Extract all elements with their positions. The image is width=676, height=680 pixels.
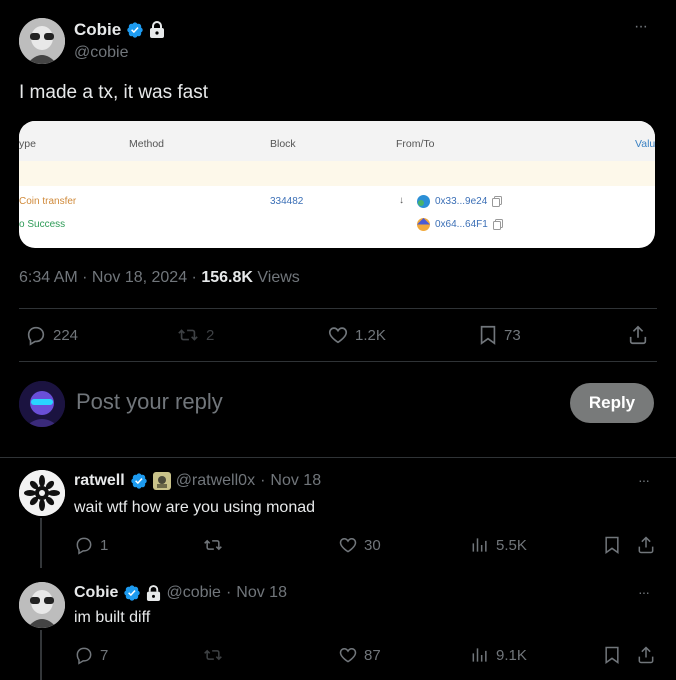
tx-status: o Success [19,219,66,230]
author-row: Cobie [74,20,165,40]
bookmark-button[interactable] [603,645,621,665]
post-text: I made a tx, it was fast [19,82,209,103]
current-user-avatar[interactable] [19,381,65,427]
header-method: Method [129,138,165,150]
repost-icon [204,649,222,661]
lock-icon [150,21,165,38]
share-button[interactable] [636,535,656,555]
repost-icon [204,539,222,551]
share-icon [638,646,654,664]
to-address[interactable]: 0x64...64F1 [417,218,503,231]
display-name[interactable]: Cobie [74,20,121,40]
views-button[interactable]: 5.5K [470,535,527,555]
share-icon [629,325,647,345]
share-button[interactable] [627,324,649,346]
header-block: Block [270,138,296,150]
copy-icon[interactable] [492,196,503,207]
reply-button[interactable]: 224 [25,324,78,346]
tx-block[interactable]: 334482 [270,196,303,207]
heart-icon [328,327,348,344]
verified-badge-icon [124,585,141,601]
more-options-icon[interactable]: ··· [634,18,648,36]
arrow-down-icon: ↓ [399,195,404,206]
reply-button[interactable]: 7 [74,645,108,665]
separator: · [225,584,232,601]
verified-badge-icon [127,22,143,38]
header-from-to: From/To [396,138,435,150]
repost-button[interactable] [202,645,224,665]
reply-icon [76,537,92,555]
reply-header: Cobie @cobie · Nov 18 [74,584,287,602]
display-name[interactable]: Cobie [74,584,118,602]
separator: · [260,472,266,489]
repost-button[interactable]: 2 [176,324,214,346]
post-time[interactable]: 6:34 AM [19,269,78,286]
highlight-row [19,161,655,186]
repost-button[interactable] [202,535,224,555]
bookmark-button[interactable]: 73 [478,324,521,346]
avatar[interactable] [19,582,65,628]
verified-badge-icon [131,473,147,489]
token-avatar-icon [417,218,430,231]
reply-text: im built diff [74,609,151,626]
from-address[interactable]: 0x33...9e24 [417,195,503,208]
heart-icon [339,647,357,663]
copy-icon[interactable] [492,219,503,230]
heart-icon [339,537,357,553]
section-divider [0,457,676,458]
post-date[interactable]: Nov 18, 2024 [92,269,187,286]
lock-icon [147,584,161,601]
bookmark-icon [605,536,619,554]
like-button[interactable]: 87 [338,645,381,665]
reply-text: wait wtf how are you using monad [74,499,316,516]
analytics-icon [472,538,487,552]
analytics-icon [472,648,487,662]
reply-icon [76,647,92,665]
display-name[interactable]: ratwell [74,472,125,490]
handle[interactable]: @cobie [74,44,129,62]
handle[interactable]: @ratwell0x [176,472,255,490]
tx-type: Coin transfer [19,196,77,207]
divider [19,308,657,309]
thread-line [40,630,42,680]
avatar[interactable] [19,470,65,516]
thread-line [40,518,42,568]
table-header [19,121,655,161]
handle[interactable]: @cobie [166,584,221,602]
views-label: Views [257,269,300,286]
avatar[interactable] [19,18,65,64]
affiliate-badge-icon [152,472,171,490]
reply-date[interactable]: Nov 18 [236,584,287,602]
repost-icon [178,329,198,341]
reply-submit-button[interactable]: Reply [570,383,654,423]
reply-button[interactable]: 1 [74,535,108,555]
share-icon [638,536,654,554]
header-value: Valu [635,138,655,150]
views-button[interactable]: 9.1K [470,645,527,665]
reply-icon [27,326,45,346]
post-meta: 6:34 AM · Nov 18, 2024 · 156.8K Views [19,269,300,286]
more-options-icon[interactable]: ··· [638,472,650,488]
views-count: 156.8K [201,269,253,286]
bookmark-icon [605,646,619,664]
more-options-icon[interactable]: ··· [638,584,650,600]
reply-header: ratwell @ratwell0x · Nov 18 [74,472,321,490]
reply-input[interactable]: Post your reply [76,389,223,415]
divider [19,361,657,362]
token-avatar-icon [417,195,430,208]
bookmark-icon [480,325,496,345]
share-button[interactable] [636,645,656,665]
reply-date[interactable]: Nov 18 [270,472,321,490]
like-button[interactable]: 30 [338,535,381,555]
like-button[interactable]: 1.2K [327,324,386,346]
transaction-screenshot[interactable]: ype Method Block From/To Valu Coin trans… [19,121,655,248]
bookmark-button[interactable] [603,535,621,555]
header-type: ype [19,138,36,150]
